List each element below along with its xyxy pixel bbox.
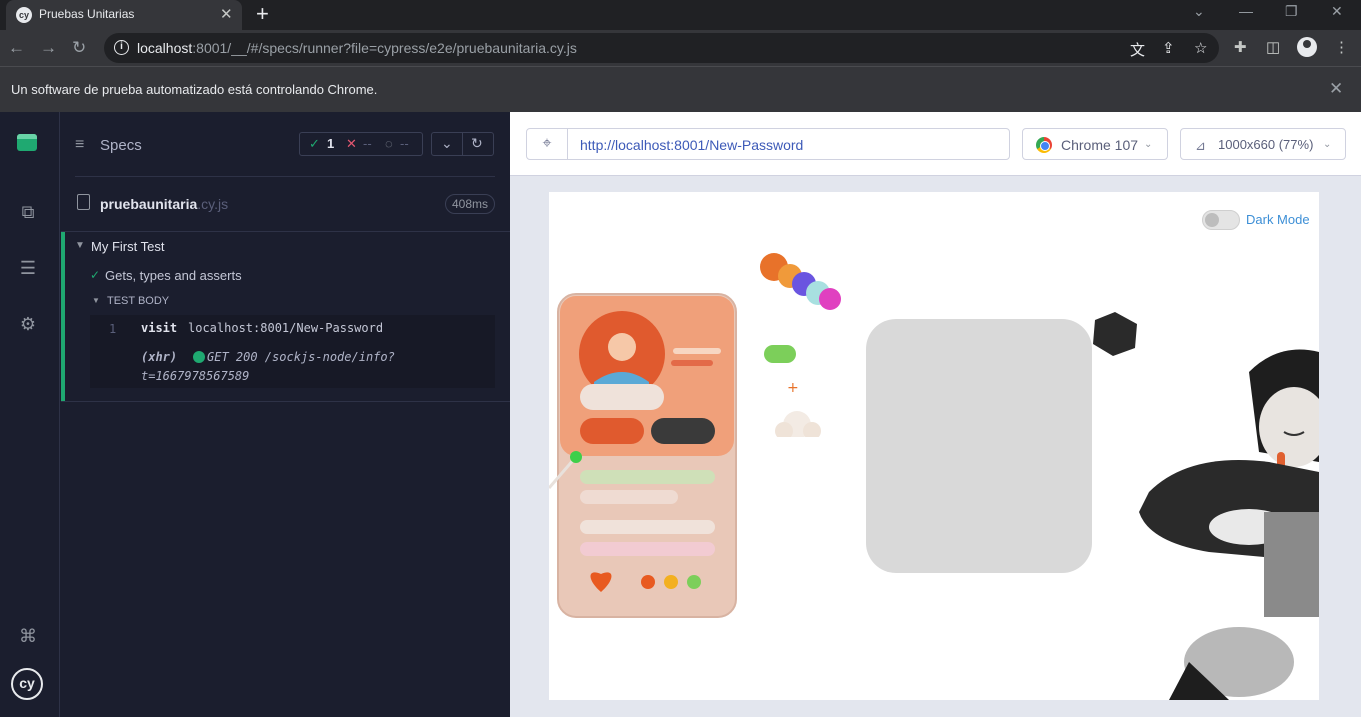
test-passed-check-icon: ✓ xyxy=(90,268,101,282)
pending-count: -- xyxy=(400,136,409,151)
share-icon[interactable]: ⇪ xyxy=(1162,39,1175,57)
xhr-message-line2[interactable]: t=1667978567589 xyxy=(141,369,249,383)
window-close-icon[interactable]: ✕ xyxy=(1331,3,1343,20)
passed-count: 1 xyxy=(327,136,335,151)
browser-tab[interactable]: cy Pruebas Unitarias ✕ xyxy=(6,0,242,30)
specs-nav-icon[interactable]: ⧉ xyxy=(15,199,41,225)
address-bar[interactable]: i localhost:8001/__/#/specs/runner?file=… xyxy=(104,33,1219,63)
reporter-controls: ⌄ ↻ xyxy=(431,132,494,156)
collapse-chevron-icon[interactable]: ⌄ xyxy=(441,135,453,152)
floating-shapes-illustration: + xyxy=(760,253,841,437)
spec-file-basename: pruebaunitaria xyxy=(100,196,198,212)
dark-mode-toggle[interactable] xyxy=(1202,210,1240,230)
svg-text:+: + xyxy=(787,380,799,396)
spec-file-ext: .cy.js xyxy=(197,196,229,212)
viewport-label: 1000x660 (77%) xyxy=(1218,137,1314,152)
automation-info-bar: Un software de prueba automatizado está … xyxy=(0,66,1361,112)
address-url[interactable]: localhost:8001/__/#/specs/runner?file=cy… xyxy=(137,40,577,56)
cypress-logo-icon[interactable]: cy xyxy=(11,668,43,700)
infobar-close-icon[interactable]: ✕ xyxy=(1329,79,1343,99)
command-message[interactable]: localhost:8001/New-Password xyxy=(188,321,383,335)
spec-file-name[interactable]: pruebaunitaria.cy.js xyxy=(100,196,228,212)
failed-x-icon: ✕ xyxy=(346,136,357,151)
extensions-puzzle-icon[interactable]: ✚ xyxy=(1234,38,1247,56)
reporter-panel: ≡ Specs ✓ 1 ✕ -- ◌ -- ⌄ ↻ pruebaunitaria… xyxy=(61,112,510,717)
specs-list-icon[interactable]: ≡ xyxy=(75,136,84,154)
profile-avatar-icon[interactable] xyxy=(1297,37,1317,57)
cypress-favicon-icon: cy xyxy=(16,7,32,23)
suite-title[interactable]: My First Test xyxy=(91,239,164,254)
app-preview-header: ⌖ http://localhost:8001/New-Password Chr… xyxy=(510,112,1361,176)
command-number: 1 xyxy=(109,322,117,336)
test-body-chevron-icon[interactable]: ▼ xyxy=(92,296,100,305)
back-arrow-icon[interactable]: ← xyxy=(8,38,25,58)
project-logo-icon[interactable] xyxy=(17,134,37,151)
bookmark-star-icon[interactable]: ☆ xyxy=(1194,39,1207,57)
rerun-icon[interactable]: ↻ xyxy=(471,135,483,152)
xhr-message-line1[interactable]: GET 200 /sockjs-node/info? xyxy=(207,350,395,364)
browser-selector[interactable]: Chrome 107 ⌄ xyxy=(1022,128,1168,160)
new-tab-icon[interactable]: + xyxy=(256,1,269,27)
app-preview-panel: ⌖ http://localhost:8001/New-Password Chr… xyxy=(510,112,1361,717)
keyboard-shortcuts-icon[interactable]: ⌘ xyxy=(15,623,41,649)
address-host: localhost xyxy=(137,40,193,56)
specs-label[interactable]: Specs xyxy=(100,137,142,154)
tab-search-icon[interactable]: ⌄ xyxy=(1193,3,1205,20)
tab-close-icon[interactable]: ✕ xyxy=(220,5,233,23)
suite-block: ▼ My First Test ✓ Gets, types and assert… xyxy=(61,232,510,401)
test-stats: ✓ 1 ✕ -- ◌ -- xyxy=(299,132,423,156)
spec-file-icon xyxy=(77,194,90,210)
suite-chevron-down-icon[interactable]: ▼ xyxy=(75,240,85,251)
pending-circle-icon: ◌ xyxy=(385,136,393,151)
app-iframe: + Dark Mode xyxy=(549,192,1319,700)
tab-title: Pruebas Unitarias xyxy=(39,7,135,21)
divider xyxy=(75,176,495,177)
reload-icon[interactable]: ↻ xyxy=(72,38,86,58)
xhr-status-dot-icon xyxy=(193,351,205,363)
runs-nav-icon[interactable]: ☰ xyxy=(15,255,41,281)
run-duration-badge: 408ms xyxy=(445,194,496,214)
minimize-icon[interactable]: — xyxy=(1239,3,1253,19)
browser-toolbar: ← → ↻ i localhost:8001/__/#/specs/runner… xyxy=(0,30,1361,66)
test-title[interactable]: Gets, types and asserts xyxy=(105,268,242,283)
image-placeholder xyxy=(866,319,1092,573)
chrome-logo-icon xyxy=(1036,137,1052,153)
aut-url-field[interactable]: http://localhost:8001/New-Password xyxy=(567,128,1010,160)
chevron-down-icon: ⌄ xyxy=(1144,139,1153,150)
translate-icon[interactable]: 文 xyxy=(1130,39,1145,60)
command-name[interactable]: visit xyxy=(141,321,177,335)
selector-playground-crosshair-icon[interactable]: ⌖ xyxy=(526,128,568,160)
dark-mode-label[interactable]: Dark Mode xyxy=(1246,212,1310,227)
site-info-icon[interactable]: i xyxy=(114,40,129,55)
browser-tab-bar: cy Pruebas Unitarias ✕ + ⌄ — ❐ ✕ xyxy=(0,0,1361,30)
divider xyxy=(61,401,510,402)
passed-check-icon: ✓ xyxy=(309,136,320,151)
automation-notice-text: Un software de prueba automatizado está … xyxy=(11,82,378,97)
control-divider xyxy=(462,133,463,155)
chevron-down-icon: ⌄ xyxy=(1323,139,1332,150)
forward-arrow-icon[interactable]: → xyxy=(40,38,57,58)
address-path: :8001/__/#/specs/runner?file=cypress/e2e… xyxy=(192,40,577,56)
character-illustration xyxy=(1139,349,1319,700)
browser-label: Chrome 107 xyxy=(1061,137,1139,153)
settings-gear-icon[interactable]: ⚙ xyxy=(15,311,41,337)
xhr-label[interactable]: (xhr) xyxy=(141,350,177,364)
side-panel-icon[interactable]: ◫ xyxy=(1266,38,1280,56)
restore-icon[interactable]: ❐ xyxy=(1285,3,1298,20)
command-log: 1 visit localhost:8001/New-Password (xhr… xyxy=(90,315,495,388)
phone-illustration xyxy=(549,293,737,618)
failed-count: -- xyxy=(363,136,372,151)
test-body-label[interactable]: TEST BODY xyxy=(107,295,169,307)
viewport-selector[interactable]: ⊿ 1000x660 (77%) ⌄ xyxy=(1180,128,1346,160)
chrome-menu-icon[interactable]: ⋮ xyxy=(1334,38,1349,56)
viewport-ruler-icon: ⊿ xyxy=(1195,138,1206,153)
reporter-header: ≡ Specs ✓ 1 ✕ -- ◌ -- ⌄ ↻ xyxy=(61,112,510,176)
